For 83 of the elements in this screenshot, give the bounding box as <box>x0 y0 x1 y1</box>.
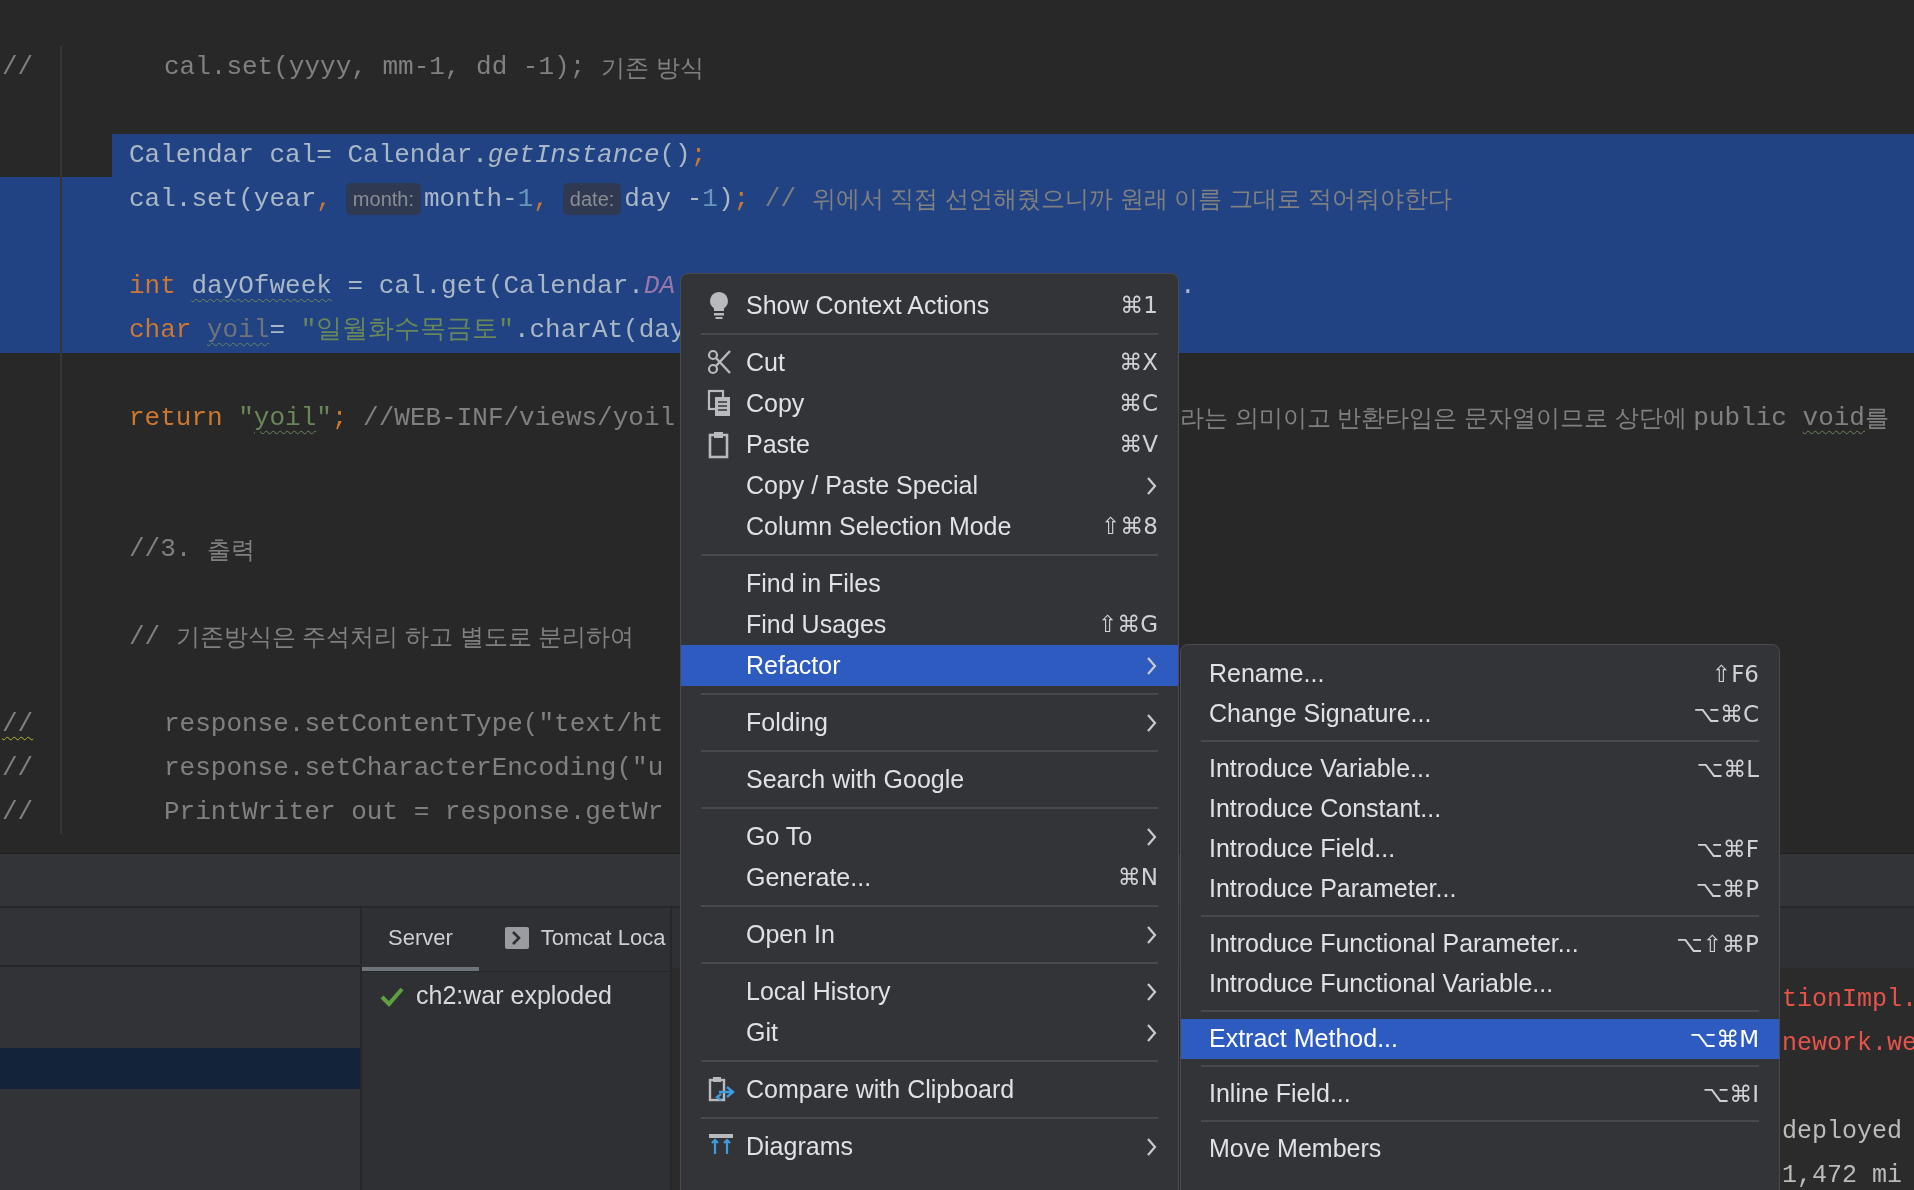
menu-item[interactable]: Find in Files <box>681 563 1178 604</box>
parameter-hint: date: <box>562 183 622 216</box>
menu-item[interactable]: Introduce Parameter... ⌥⌘P <box>1181 869 1779 909</box>
code-text: return <box>129 401 224 435</box>
code-text: public <box>1693 401 1788 435</box>
panel-tab[interactable]: Server <box>362 908 479 971</box>
code-text: response.setContentType("text/ht <box>164 708 664 742</box>
menu-item[interactable]: Compare with Clipboard <box>681 1069 1178 1110</box>
code-text: 기존방식은 주석처리 하고 별도로 분리하여 <box>175 622 635 653</box>
menu-item[interactable]: Column Selection Mode ⇧⌘8 <box>681 506 1178 547</box>
code-text: dayOfweek <box>191 270 332 304</box>
code-text: getInstance <box>487 139 660 172</box>
comment-marker: // <box>2 708 34 742</box>
comment-marker: // <box>2 795 34 829</box>
menu-item[interactable]: Local History <box>681 971 1178 1012</box>
code-text: Calendar cal= Calendar. <box>129 139 488 172</box>
code-text: PrintWriter out = response.getWr <box>164 795 664 829</box>
code-text: . <box>1180 270 1196 304</box>
code-text: // <box>129 620 162 654</box>
menu-item[interactable]: Open In <box>681 914 1178 955</box>
menu-item[interactable]: Git <box>681 1012 1178 1053</box>
code-text: cal.set(year <box>129 182 317 216</box>
menu-item[interactable]: Folding <box>681 702 1178 743</box>
menu-item[interactable]: Find Usages ⇧⌘G <box>681 604 1178 645</box>
menu-item[interactable]: Rename... ⇧F6 <box>1181 654 1779 694</box>
code-text: response.setCharacterEncoding("u <box>164 752 664 786</box>
terminal-icon <box>504 926 529 949</box>
menu-item[interactable]: Copy / Paste Special <box>681 465 1178 506</box>
code-text: 1 <box>702 182 718 216</box>
code-text: 기존 방식 <box>600 52 704 83</box>
code-text: // <box>763 182 797 216</box>
menu-item[interactable]: Extract Method... ⌥⌘M <box>1181 1019 1779 1059</box>
console-text: 1,472 mi <box>1782 1161 1903 1190</box>
code-text: " <box>316 401 332 435</box>
menu-item[interactable]: Introduce Functional Parameter... ⌥⇧⌘P <box>1181 924 1779 964</box>
code-text: //3. <box>129 533 193 567</box>
code-text: yoil <box>253 401 317 435</box>
code-text: 라는 의미이고 반환타입은 문자열이므로 상단에 <box>1180 403 1688 434</box>
menu-item[interactable]: Change Signature... ⌥⌘C <box>1181 694 1779 734</box>
code-text: 출력 <box>207 534 255 565</box>
code-text: 를 <box>1865 403 1889 434</box>
menu-item[interactable]: Generate... ⌘N <box>681 857 1178 898</box>
code-text: DA <box>643 270 676 304</box>
code-text: ; <box>733 182 750 216</box>
code-text: , <box>533 182 549 216</box>
menu-item[interactable]: Introduce Field... ⌥⌘F <box>1181 829 1779 869</box>
code-text: () <box>659 139 691 172</box>
code-text: = <box>269 314 287 348</box>
menu-item[interactable]: Paste ⌘V <box>681 424 1178 465</box>
code-text: ; <box>331 401 348 435</box>
code-text: ) <box>717 182 734 216</box>
menu-item[interactable]: Search with Google <box>681 759 1178 800</box>
code-text: , <box>316 182 332 216</box>
console-text: deployed <box>1782 1117 1903 1146</box>
code-text: ; <box>690 139 707 172</box>
code-text: = cal.get(Calendar. <box>346 270 644 304</box>
parameter-hint: month: <box>345 183 421 216</box>
code-text: " <box>238 401 254 435</box>
code-text: month- <box>424 182 518 216</box>
menu-item[interactable]: Introduce Constant... <box>1181 789 1779 829</box>
code-text: //WEB-INF/views/yoil <box>362 401 676 435</box>
menu-item[interactable]: Move Members <box>1181 1129 1779 1169</box>
code-text: "일월화수목금토" <box>300 314 514 348</box>
selected-row[interactable] <box>0 1048 360 1089</box>
menu-item[interactable]: Introduce Functional Variable... <box>1181 964 1779 1004</box>
comment-marker: // <box>2 51 34 85</box>
menu-item[interactable]: Go To <box>681 816 1178 857</box>
deployment-name[interactable]: ch2:war exploded <box>416 977 612 1015</box>
menu-item[interactable]: Copy ⌘C <box>681 383 1178 424</box>
code-text: 위에서 직접 선언해줬으니까 원래 이름 그대로 적어줘야한다 <box>811 184 1452 215</box>
menu-item[interactable]: Inline Field... ⌥⌘I <box>1181 1074 1779 1114</box>
code-text: void <box>1802 401 1865 435</box>
code-text: 1 <box>517 182 534 216</box>
code-text: char <box>129 314 193 348</box>
code-text: day - <box>624 182 703 216</box>
comment-marker: // <box>2 752 34 786</box>
menu-item[interactable]: Diagrams <box>681 1126 1178 1167</box>
console-text: tionImpl. <box>1782 985 1914 1014</box>
menu-item[interactable]: Refactor <box>681 645 1178 686</box>
code-text: int <box>129 270 177 304</box>
code-text: yoil <box>207 314 270 348</box>
menu-item[interactable]: Introduce Variable... ⌥⌘L <box>1181 749 1779 789</box>
code-text: cal.set(yyyy, mm-1, dd -1); <box>164 51 587 85</box>
